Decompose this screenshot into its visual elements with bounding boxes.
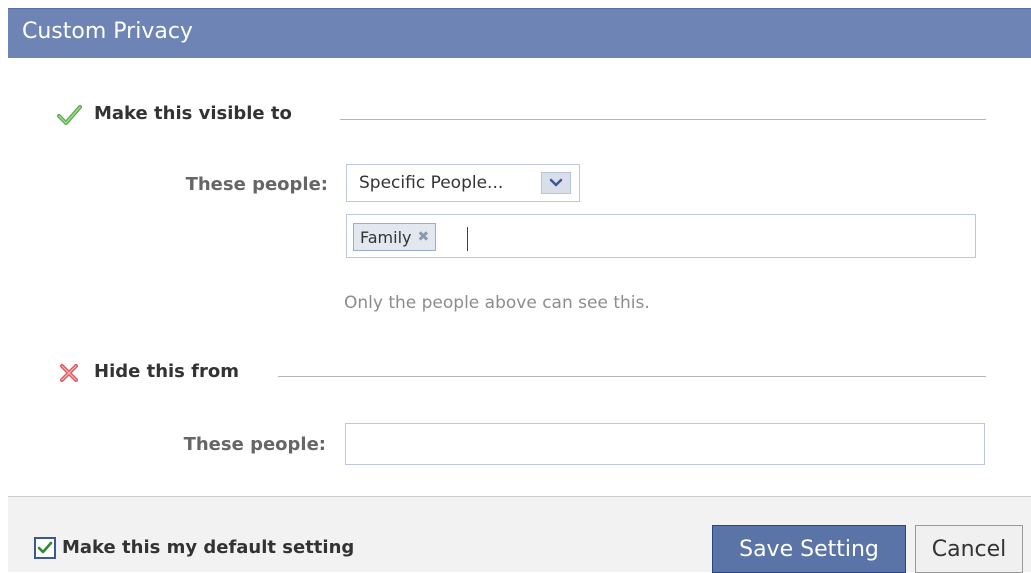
hide-section-heading: Hide this from <box>56 358 1006 388</box>
remove-token-icon[interactable]: ✖ <box>417 229 429 245</box>
dialog-footer: Make this my default setting Save Settin… <box>8 496 1031 573</box>
people-token: Family ✖ <box>353 223 437 251</box>
people-token-input[interactable]: Family ✖ <box>346 214 976 258</box>
hide-section-title: Hide this from <box>94 361 239 382</box>
default-setting-checkbox[interactable] <box>34 537 56 559</box>
visible-field-label: These people: <box>185 174 328 195</box>
section-divider <box>278 376 986 377</box>
dialog-title: Custom Privacy <box>22 19 193 44</box>
custom-privacy-dialog: Custom Privacy Make this visible to Thes… <box>8 8 1031 573</box>
visibility-hint: Only the people above can see this. <box>344 293 650 313</box>
audience-select-value: Specific People... <box>359 173 504 193</box>
section-divider <box>340 119 986 120</box>
audience-select[interactable]: Specific People... <box>346 164 580 202</box>
check-icon <box>56 102 82 128</box>
dialog-titlebar: Custom Privacy <box>8 8 1031 58</box>
hide-people-input[interactable] <box>345 423 985 465</box>
default-setting-label[interactable]: Make this my default setting <box>62 537 354 558</box>
visible-section-heading: Make this visible to <box>56 100 1006 130</box>
visible-section-title: Make this visible to <box>94 103 292 124</box>
people-token-label: Family <box>360 227 412 247</box>
text-caret <box>467 227 468 251</box>
cancel-button[interactable]: Cancel <box>915 525 1023 573</box>
chevron-down-icon[interactable] <box>541 172 571 194</box>
hide-field-label: These people: <box>183 434 326 455</box>
save-setting-button[interactable]: Save Setting <box>712 525 906 573</box>
x-icon <box>56 360 82 386</box>
